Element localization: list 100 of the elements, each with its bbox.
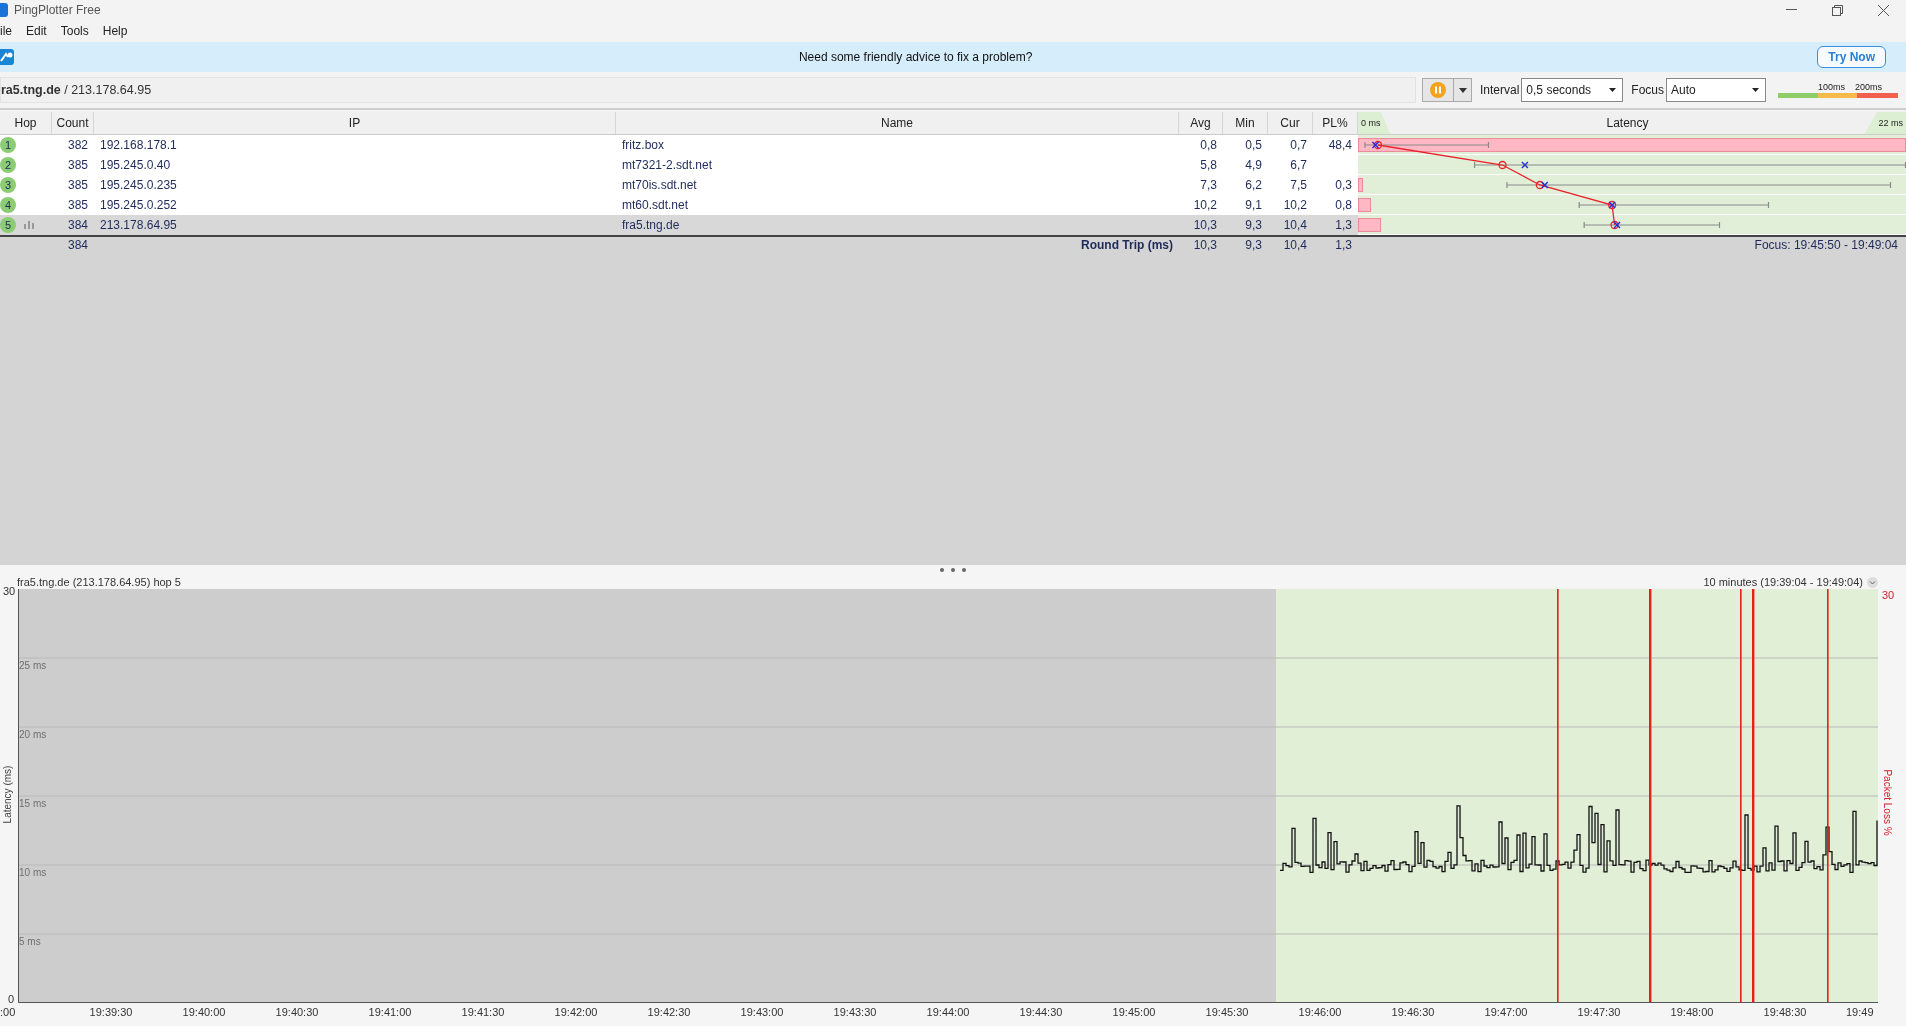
grid-label: 10 ms	[19, 867, 47, 878]
table-cell-text: 7,3	[1199, 178, 1218, 192]
table-cell-text: 9,3	[1244, 218, 1263, 232]
table-row[interactable]: 3 385 195.245.0.235 mt70is.sdt.net 7,3 6,2 7,5 0,3	[0, 175, 1906, 195]
axis-tick: 19:41:30	[461, 1006, 505, 1018]
table-cell-text: mt7321-2.sdt.net	[621, 158, 714, 172]
column-header[interactable]: Cur	[1268, 112, 1313, 134]
grid-label: 20 ms	[19, 729, 47, 740]
close-icon[interactable]	[1877, 4, 1889, 16]
hop-number: 5	[0, 217, 16, 233]
table-cell-text: 48,4	[1327, 138, 1353, 152]
table-cell-text: 385	[66, 198, 89, 212]
table-cell-text: 10,3	[1192, 218, 1218, 232]
table-row[interactable]: 1 382 192.168.178.1 fritz.box 0,8 0,5 0,7 48,4	[0, 135, 1906, 155]
caret-icon	[1458, 87, 1467, 93]
table-cell-text: mt60.sdt.net	[621, 198, 690, 212]
try-now-button[interactable]: Try Now	[1817, 46, 1886, 68]
grid-label: 15 ms	[19, 798, 47, 809]
hop-number: 2	[0, 157, 16, 173]
axis-tick: 19:47:30	[1577, 1006, 1621, 1018]
axis-tick: 30	[1882, 589, 1895, 601]
restore-icon[interactable]	[1831, 4, 1843, 16]
hop-number: 3	[0, 177, 16, 193]
support-icon	[0, 49, 14, 65]
axis-title: Latency (ms)	[1, 764, 13, 826]
menu-item[interactable]: ile	[0, 24, 12, 38]
axis-tick: 19:44:00	[926, 1006, 970, 1018]
latency-marker	[1371, 140, 1383, 150]
table-row[interactable]: 2 385 195.245.0.40 mt7321-2.sdt.net 5,8 4,9 6,7	[0, 155, 1906, 175]
latency-marker	[1535, 180, 1549, 190]
latency-marker	[1607, 200, 1617, 210]
axis-title: Packet Loss %	[1881, 768, 1893, 838]
column-header[interactable]: Hop	[0, 112, 52, 134]
axis-tick: 19:43:30	[833, 1006, 877, 1018]
time-range-label[interactable]: 10 minutes (19:39:04 - 19:49:04)	[1703, 576, 1863, 588]
hop-number: 1	[0, 137, 16, 153]
splitter-grip-icon[interactable]	[940, 568, 966, 572]
axis-tick: 30	[3, 585, 16, 597]
axis-tick: 19:48:00	[1670, 1006, 1714, 1018]
axis-tick: 19:42:00	[554, 1006, 598, 1018]
table-cell-text: fritz.box	[621, 138, 665, 152]
table-cell-text: 1,3	[1334, 238, 1353, 252]
table-cell-text: 5,8	[1199, 158, 1218, 172]
table-cell-text: 385	[66, 158, 89, 172]
table-cell-text: 0,8	[1334, 198, 1353, 212]
table-cell-text: 9,3	[1244, 238, 1263, 252]
axis-tick: 19:39:30	[89, 1006, 133, 1018]
focus-label: Focus	[1631, 83, 1665, 97]
table-cell-text: 192.168.178.1	[99, 138, 178, 152]
axis-tick: 19:46:00	[1298, 1006, 1342, 1018]
menu-item[interactable]: Help	[102, 24, 128, 38]
target-field[interactable]: ra5.tng.de / 213.178.64.95	[0, 77, 1416, 103]
table-cell-text: 0,7	[1289, 138, 1308, 152]
latency-marker	[1498, 160, 1529, 170]
table-cell-text: 0,8	[1199, 138, 1218, 152]
interval-label: Interval	[1480, 83, 1520, 97]
axis-tick: 19:48:30	[1763, 1006, 1807, 1018]
caret-icon	[1752, 88, 1760, 92]
table-row[interactable]: 5 384 213.178.64.95 fra5.tng.de 10,3 9,3 10,4 1,3	[0, 215, 1906, 235]
scale-label: 200ms	[1855, 82, 1883, 93]
table-cell-text: 195.245.0.235	[99, 178, 178, 192]
grid-label: 5 ms	[19, 936, 41, 947]
minimize-icon[interactable]	[1785, 9, 1797, 11]
menu-item[interactable]: Edit	[26, 24, 47, 38]
table-cell-text: fra5.tng.de	[621, 218, 681, 232]
table-cell-text: 382	[66, 138, 89, 152]
table-cell-text: 10,2	[1282, 198, 1308, 212]
table-row[interactable]: 4 385 195.245.0.252 mt60.sdt.net 10,2 9,1 10,2 0,8	[0, 195, 1906, 215]
column-header[interactable]: Avg	[1179, 112, 1223, 134]
column-header[interactable]: Min	[1223, 112, 1268, 134]
axis-tick: 19:45:00	[1112, 1006, 1156, 1018]
menu-item[interactable]: Tools	[60, 24, 89, 38]
interval-dropdown[interactable]: 0,5 seconds	[1521, 78, 1624, 102]
focus-dropdown[interactable]: Auto	[1666, 78, 1767, 102]
table-cell-text: 10,3	[1192, 238, 1218, 252]
axis-tick: 19:40:00	[182, 1006, 226, 1018]
column-header[interactable]: Count	[52, 112, 94, 134]
axis-tick: 19:49	[1846, 1006, 1874, 1018]
table-cell-text: 9,1	[1244, 198, 1263, 212]
latency-marker	[1610, 220, 1621, 230]
hop-number: 4	[0, 197, 16, 213]
column-header[interactable]: Name	[616, 112, 1179, 134]
axis-tick: 19:43:00	[740, 1006, 784, 1018]
banner-message: Need some friendly advice to fix a problem?	[797, 50, 1034, 64]
graph-title: fra5.tng.de (213.178.64.95) hop 5	[17, 576, 181, 588]
scale-label: 22 ms	[1864, 112, 1906, 134]
scale-label: 100ms	[1818, 82, 1846, 93]
table-cell-text: 0,5	[1244, 138, 1263, 152]
focus-range: Focus: 19:45:50 - 19:49:04	[1753, 238, 1899, 252]
summary-label: Round Trip (ms)	[1080, 238, 1174, 252]
table-cell-text: 0,3	[1334, 178, 1353, 192]
caret-icon	[1609, 88, 1617, 92]
table-cell-text: 7,5	[1289, 178, 1308, 192]
axis-tick: :00	[0, 1006, 16, 1018]
column-header[interactable]: IP	[94, 112, 616, 134]
table-cell-text: mt70is.sdt.net	[621, 178, 698, 192]
table-cell-text: 384	[66, 238, 89, 252]
scale-label: 0 ms	[1358, 112, 1391, 134]
table-cell-text: 10,4	[1282, 238, 1308, 252]
column-header[interactable]: Latency	[1390, 116, 1865, 130]
